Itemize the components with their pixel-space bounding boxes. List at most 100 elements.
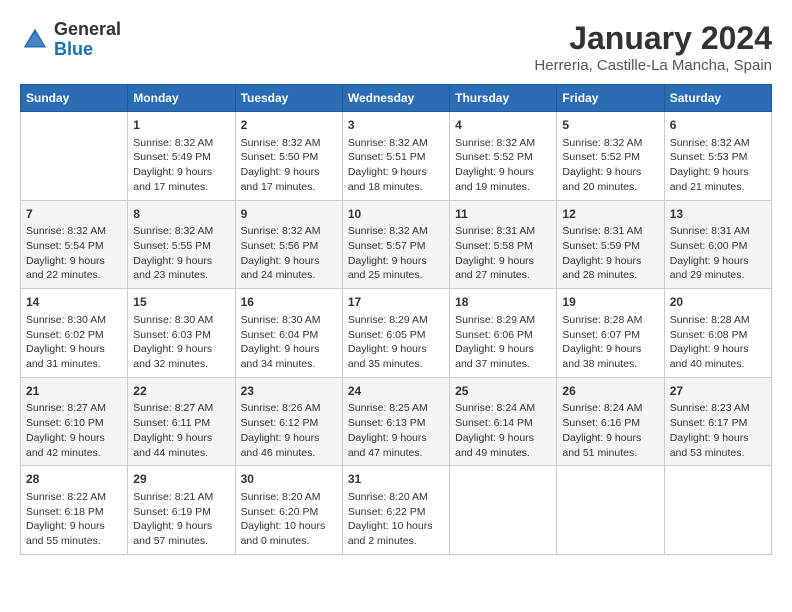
calendar-cell: 21Sunrise: 8:27 AM Sunset: 6:10 PM Dayli… [21,377,128,466]
calendar-cell: 18 Sunrise: 8:29 AM Sunset: 6:06 PM Dayli… [450,289,557,378]
day-number: 12 [562,206,658,223]
cell-info: Sunrise: 8:22 AM Sunset: 6:18 PM Dayligh… [26,490,122,549]
calendar-cell: 23Sunrise: 8:26 AM Sunset: 6:12 PM Dayli… [235,377,342,466]
day-number: 13 [670,206,766,223]
calendar-cell: 9Sunrise: 8:32 AM Sunset: 5:56 PM Daylig… [235,200,342,289]
header-day: Saturday [664,85,771,112]
cell-info: Sunrise: 8:21 AM Sunset: 6:19 PM Dayligh… [133,490,229,549]
title-block: January 2024 Herreria, Castille-La Manch… [534,20,772,74]
day-number: 22 [133,383,229,400]
day-number: 31 [348,471,444,488]
calendar-cell [450,466,557,555]
cell-info: Sunrise: 8:28 AM Sunset: 6:08 PM Dayligh… [670,313,766,372]
header-day: Sunday [21,85,128,112]
day-number: 8 [133,206,229,223]
calendar-cell: 29 Sunrise: 8:21 AM Sunset: 6:19 PM Dayli… [128,466,235,555]
cell-info: Sunrise: 8:32 AM Sunset: 5:52 PM Dayligh… [455,136,551,195]
day-number: 30 [241,471,337,488]
cell-info: Sunrise: 8:20 AM Sunset: 6:22 PM Dayligh… [348,490,444,549]
cell-info: Sunrise: 8:32 AM Sunset: 5:57 PM Dayligh… [348,224,444,283]
calendar-week-row: 21Sunrise: 8:27 AM Sunset: 6:10 PM Dayli… [21,377,772,466]
calendar-cell: 26Sunrise: 8:24 AM Sunset: 6:16 PM Dayli… [557,377,664,466]
cell-info: Sunrise: 8:25 AM Sunset: 6:13 PM Dayligh… [348,401,444,460]
day-number: 6 [670,117,766,134]
month-title: January 2024 [534,20,772,57]
calendar-cell: 17Sunrise: 8:29 AM Sunset: 6:05 PM Dayli… [342,289,449,378]
calendar-cell [664,466,771,555]
cell-info: Sunrise: 8:27 AM Sunset: 6:10 PM Dayligh… [26,401,122,460]
cell-info: Sunrise: 8:30 AM Sunset: 6:04 PM Dayligh… [241,313,337,372]
day-number: 26 [562,383,658,400]
cell-info: Sunrise: 8:32 AM Sunset: 5:55 PM Dayligh… [133,224,229,283]
day-number: 10 [348,206,444,223]
cell-info: Sunrise: 8:32 AM Sunset: 5:56 PM Dayligh… [241,224,337,283]
calendar-cell: 6 Sunrise: 8:32 AM Sunset: 5:53 PM Daylig… [664,112,771,201]
day-number: 19 [562,294,658,311]
calendar-cell: 25Sunrise: 8:24 AM Sunset: 6:14 PM Dayli… [450,377,557,466]
cell-info: Sunrise: 8:32 AM Sunset: 5:49 PM Dayligh… [133,136,229,195]
day-number: 11 [455,206,551,223]
cell-info: Sunrise: 8:24 AM Sunset: 6:16 PM Dayligh… [562,401,658,460]
day-number: 25 [455,383,551,400]
cell-info: Sunrise: 8:31 AM Sunset: 6:00 PM Dayligh… [670,224,766,283]
cell-info: Sunrise: 8:29 AM Sunset: 6:06 PM Dayligh… [455,313,551,372]
day-number: 28 [26,471,122,488]
calendar-header: SundayMondayTuesdayWednesdayThursdayFrid… [21,85,772,112]
day-number: 2 [241,117,337,134]
calendar-cell: 13Sunrise: 8:31 AM Sunset: 6:00 PM Dayli… [664,200,771,289]
calendar-cell: 14 Sunrise: 8:30 AM Sunset: 6:02 PM Dayli… [21,289,128,378]
page-header: General Blue January 2024 Herreria, Cast… [20,20,772,74]
header-day: Monday [128,85,235,112]
cell-info: Sunrise: 8:28 AM Sunset: 6:07 PM Dayligh… [562,313,658,372]
calendar-cell: 27Sunrise: 8:23 AM Sunset: 6:17 PM Dayli… [664,377,771,466]
header-day: Friday [557,85,664,112]
cell-info: Sunrise: 8:26 AM Sunset: 6:12 PM Dayligh… [241,401,337,460]
calendar-cell [557,466,664,555]
header-row: SundayMondayTuesdayWednesdayThursdayFrid… [21,85,772,112]
logo-icon [20,25,50,55]
calendar-week-row: 7Sunrise: 8:32 AM Sunset: 5:54 PM Daylig… [21,200,772,289]
cell-info: Sunrise: 8:32 AM Sunset: 5:50 PM Dayligh… [241,136,337,195]
cell-info: Sunrise: 8:30 AM Sunset: 6:03 PM Dayligh… [133,313,229,372]
cell-info: Sunrise: 8:32 AM Sunset: 5:51 PM Dayligh… [348,136,444,195]
cell-info: Sunrise: 8:23 AM Sunset: 6:17 PM Dayligh… [670,401,766,460]
header-day: Tuesday [235,85,342,112]
day-number: 20 [670,294,766,311]
day-number: 16 [241,294,337,311]
calendar-cell: 24Sunrise: 8:25 AM Sunset: 6:13 PM Dayli… [342,377,449,466]
cell-info: Sunrise: 8:32 AM Sunset: 5:53 PM Dayligh… [670,136,766,195]
calendar-cell: 3 Sunrise: 8:32 AM Sunset: 5:51 PM Daylig… [342,112,449,201]
calendar-cell: 10Sunrise: 8:32 AM Sunset: 5:57 PM Dayli… [342,200,449,289]
calendar-cell: 30 Sunrise: 8:20 AM Sunset: 6:20 PM Dayli… [235,466,342,555]
calendar-cell: 1Sunrise: 8:32 AM Sunset: 5:49 PM Daylig… [128,112,235,201]
calendar-table: SundayMondayTuesdayWednesdayThursdayFrid… [20,84,772,555]
calendar-cell: 28 Sunrise: 8:22 AM Sunset: 6:18 PM Dayli… [21,466,128,555]
day-number: 14 [26,294,122,311]
cell-info: Sunrise: 8:30 AM Sunset: 6:02 PM Dayligh… [26,313,122,372]
calendar-week-row: 14 Sunrise: 8:30 AM Sunset: 6:02 PM Dayli… [21,289,772,378]
day-number: 18 [455,294,551,311]
day-number: 9 [241,206,337,223]
day-number: 29 [133,471,229,488]
location-title: Herreria, Castille-La Mancha, Spain [534,57,772,74]
calendar-cell: 16 Sunrise: 8:30 AM Sunset: 6:04 PM Dayli… [235,289,342,378]
day-number: 21 [26,383,122,400]
cell-info: Sunrise: 8:31 AM Sunset: 5:59 PM Dayligh… [562,224,658,283]
cell-info: Sunrise: 8:27 AM Sunset: 6:11 PM Dayligh… [133,401,229,460]
calendar-cell: 11Sunrise: 8:31 AM Sunset: 5:58 PM Dayli… [450,200,557,289]
calendar-week-row: 28 Sunrise: 8:22 AM Sunset: 6:18 PM Dayli… [21,466,772,555]
calendar-week-row: 1Sunrise: 8:32 AM Sunset: 5:49 PM Daylig… [21,112,772,201]
calendar-cell: 4 Sunrise: 8:32 AM Sunset: 5:52 PM Daylig… [450,112,557,201]
day-number: 27 [670,383,766,400]
cell-info: Sunrise: 8:20 AM Sunset: 6:20 PM Dayligh… [241,490,337,549]
day-number: 4 [455,117,551,134]
calendar-cell: 2 Sunrise: 8:32 AM Sunset: 5:50 PM Daylig… [235,112,342,201]
logo: General Blue [20,20,121,60]
calendar-cell: 22Sunrise: 8:27 AM Sunset: 6:11 PM Dayli… [128,377,235,466]
day-number: 15 [133,294,229,311]
day-number: 24 [348,383,444,400]
logo-text: General Blue [54,20,121,60]
header-day: Wednesday [342,85,449,112]
day-number: 3 [348,117,444,134]
cell-info: Sunrise: 8:24 AM Sunset: 6:14 PM Dayligh… [455,401,551,460]
